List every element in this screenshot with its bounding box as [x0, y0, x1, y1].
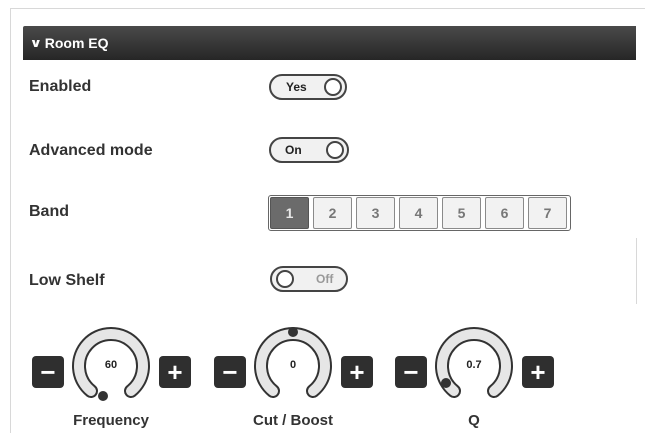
cut-boost-decrease-button[interactable]: − [214, 356, 246, 388]
band-button-6[interactable]: 6 [485, 197, 524, 229]
advanced-mode-toggle[interactable]: On [269, 137, 349, 163]
panel-divider [636, 238, 637, 304]
band-button-7[interactable]: 7 [528, 197, 567, 229]
enabled-toggle-label: Yes [286, 80, 307, 94]
frequency-value: 60 [104, 359, 118, 371]
band-button-1[interactable]: 1 [270, 197, 309, 229]
section-header-room-eq[interactable]: ∨ Room EQ [23, 26, 636, 60]
minus-icon: − [222, 357, 238, 387]
plus-icon: + [167, 357, 183, 387]
plus-icon: + [530, 357, 546, 387]
minus-icon: − [40, 357, 56, 387]
advanced-mode-label: Advanced mode [29, 142, 153, 159]
enabled-label: Enabled [29, 78, 92, 95]
band-button-2[interactable]: 2 [313, 197, 352, 229]
q-decrease-button[interactable]: − [395, 356, 427, 388]
section-title: Room EQ [44, 35, 109, 51]
band-label: Band [29, 203, 69, 220]
band-buttons: 1 2 3 4 5 6 7 [270, 197, 567, 229]
frequency-dial-indicator [98, 391, 108, 401]
low-shelf-label: Low Shelf [29, 272, 105, 289]
q-label: Q [468, 412, 480, 429]
frequency-decrease-button[interactable]: − [32, 356, 64, 388]
plus-icon: + [349, 357, 365, 387]
toggle-knob-icon [276, 270, 294, 288]
cut-boost-increase-button[interactable]: + [341, 356, 373, 388]
enabled-toggle[interactable]: Yes [269, 74, 347, 100]
cut-boost-label: Cut / Boost [253, 412, 333, 429]
band-button-4[interactable]: 4 [399, 197, 438, 229]
low-shelf-toggle-label: Off [316, 272, 334, 286]
cut-boost-dial-indicator [288, 327, 298, 337]
cut-boost-knob-group: − 0 + Cut / Boost [214, 324, 384, 432]
low-shelf-toggle[interactable]: Off [270, 266, 348, 292]
frequency-knob-group: − 60 + Frequency [32, 324, 202, 432]
toggle-knob-icon [326, 141, 344, 159]
q-increase-button[interactable]: + [522, 356, 554, 388]
cut-boost-value: 0 [289, 359, 297, 371]
band-button-5[interactable]: 5 [442, 197, 481, 229]
q-dial-indicator [441, 378, 451, 388]
minus-icon: − [403, 357, 419, 387]
advanced-mode-toggle-label: On [285, 143, 302, 157]
band-button-3[interactable]: 3 [356, 197, 395, 229]
toggle-knob-icon [324, 78, 342, 96]
q-knob-group: − 0.7 + Q [395, 324, 565, 432]
frequency-label: Frequency [73, 412, 149, 429]
frequency-increase-button[interactable]: + [159, 356, 191, 388]
q-value: 0.7 [466, 359, 482, 371]
chevron-down-icon: ∨ [29, 36, 43, 50]
